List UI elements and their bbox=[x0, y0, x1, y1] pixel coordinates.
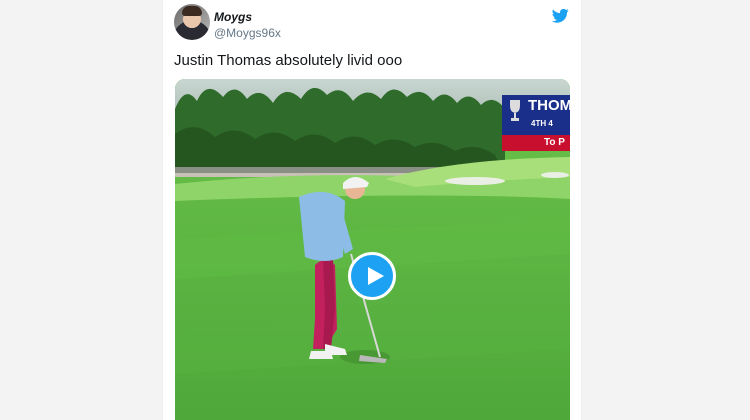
scoreboard-player: THOM bbox=[528, 97, 570, 114]
tweet-card: Moygs @Moygs96x Justin Thomas absolutely… bbox=[163, 0, 581, 420]
tv-scoreboard: THOM 4TH 4 To P bbox=[502, 95, 570, 151]
tweet-text: Justin Thomas absolutely livid ooo bbox=[174, 52, 403, 69]
user-handle[interactable]: @Moygs96x bbox=[214, 26, 281, 40]
twitter-bird-icon[interactable] bbox=[552, 7, 569, 24]
scoreboard-to-par-bar: To P bbox=[502, 135, 570, 151]
scoreboard-position: 4TH 4 bbox=[531, 119, 553, 128]
avatar[interactable] bbox=[174, 4, 210, 40]
display-name[interactable]: Moygs bbox=[214, 10, 252, 24]
video-player[interactable]: THOM 4TH 4 To P bbox=[175, 79, 570, 420]
play-icon[interactable] bbox=[348, 252, 396, 300]
scoreboard-to-par: To P bbox=[544, 137, 565, 148]
trophy-icon bbox=[510, 100, 520, 121]
